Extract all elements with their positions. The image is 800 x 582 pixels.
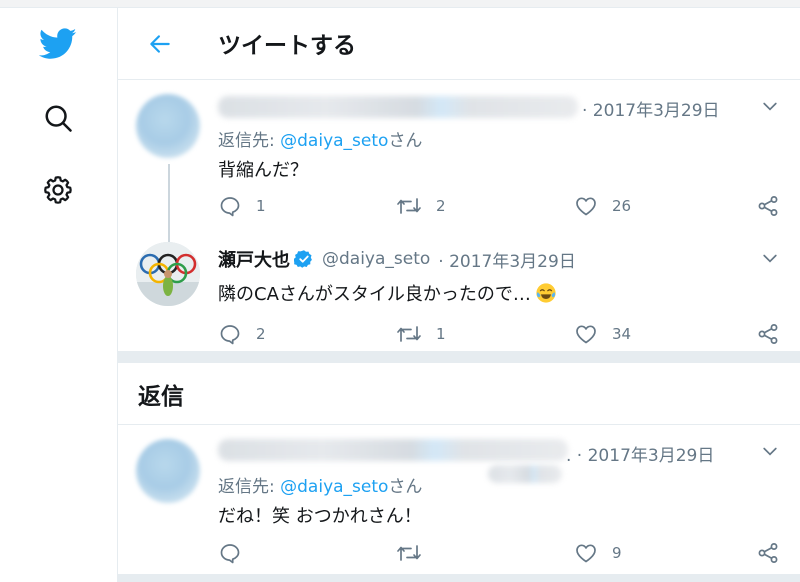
- avatar[interactable]: [136, 242, 200, 306]
- retweet-count: 1: [436, 325, 446, 343]
- reply-prefix: 返信先:: [218, 477, 281, 497]
- avatar[interactable]: [136, 94, 200, 158]
- tweet-date[interactable]: . · 2017年3月29日: [566, 441, 714, 466]
- like-count: 26: [612, 197, 632, 215]
- like-button[interactable]: 34: [574, 322, 631, 346]
- reply-button[interactable]: 2: [218, 322, 266, 346]
- blurred-username: [218, 439, 568, 461]
- tweet-actions: 2 1 34: [218, 322, 778, 346]
- tears-of-joy-emoji-icon: [535, 282, 557, 304]
- twitter-bird-icon[interactable]: [38, 24, 78, 64]
- like-count: 9: [612, 544, 622, 562]
- share-button[interactable]: [756, 541, 780, 565]
- share-button[interactable]: [756, 322, 780, 346]
- search-icon[interactable]: [38, 98, 78, 138]
- tweet-actions: 1 2 26: [218, 194, 778, 218]
- tweet-main[interactable]: 瀬戸大也 @daiya_seto · 2017年3月29日 隣のCAさんがスタイ…: [118, 226, 800, 350]
- reply-count: 1: [256, 197, 266, 215]
- tweet-parent[interactable]: · 2017年3月29日 返信先: @daiya_setoさん 背縮んだ？ 1 …: [118, 80, 800, 226]
- tweet-text: 隣のCAさんがスタイル良かったので…: [218, 284, 531, 305]
- heart-icon: [576, 325, 596, 344]
- gear-icon[interactable]: [38, 170, 78, 210]
- replies-heading: 返信: [138, 384, 184, 410]
- retweet-count: 2: [436, 197, 446, 215]
- share-button[interactable]: [756, 194, 780, 218]
- reply-icon: [220, 325, 240, 345]
- user-handle[interactable]: @daiya_seto: [322, 249, 430, 269]
- back-button[interactable]: [144, 28, 176, 60]
- back-arrow-icon: [150, 35, 170, 53]
- reply-icon: [220, 197, 240, 217]
- reply-icon: [220, 544, 240, 564]
- verified-badge-icon: [294, 249, 314, 269]
- like-count: 34: [612, 325, 632, 343]
- share-icon: [758, 196, 778, 216]
- like-button[interactable]: 9: [574, 541, 622, 565]
- page-header: ツイートする: [118, 8, 800, 80]
- reply-count: 2: [256, 325, 266, 343]
- reply-suffix: さん: [388, 477, 423, 497]
- sidebar: [0, 8, 118, 582]
- chevron-down-icon[interactable]: [760, 96, 780, 116]
- olympic-rings-avatar-image: [136, 242, 200, 306]
- top-bar: [0, 0, 800, 8]
- avatar[interactable]: [136, 439, 200, 503]
- blurred-fragment: [488, 465, 562, 483]
- section-separator: [118, 351, 800, 363]
- retweet-icon: [397, 326, 421, 342]
- reply-mention-link[interactable]: @daiya_seto: [280, 477, 388, 497]
- chevron-down-icon[interactable]: [760, 441, 780, 461]
- share-icon: [758, 543, 778, 563]
- like-button[interactable]: 26: [574, 194, 631, 218]
- reply-mention-link[interactable]: @daiya_seto: [280, 131, 388, 151]
- reply-tweet[interactable]: . · 2017年3月29日 返信先: @daiya_setoさん だね！笑 お…: [118, 425, 800, 574]
- display-name[interactable]: 瀬戸大也: [218, 246, 290, 272]
- tweet-text: だね！笑 おつかれさん！: [218, 506, 422, 527]
- chevron-down-icon[interactable]: [760, 248, 780, 268]
- retweet-button[interactable]: 1: [396, 322, 446, 346]
- page-title: ツイートする: [218, 33, 356, 59]
- retweet-icon: [397, 545, 421, 561]
- retweet-icon: [397, 198, 421, 214]
- heart-icon: [576, 544, 596, 563]
- tweet-date[interactable]: · 2017年3月29日: [582, 96, 720, 121]
- tweet-header: 瀬戸大也 @daiya_seto · 2017年3月29日: [218, 246, 576, 272]
- reply-suffix: さん: [388, 131, 423, 151]
- tweet-text: 背縮んだ？: [218, 160, 308, 181]
- reply-prefix: 返信先:: [218, 131, 281, 151]
- bottom-separator: [118, 574, 800, 582]
- blurred-username: [218, 96, 578, 118]
- reply-to-line: 返信先: @daiya_setoさん: [218, 472, 422, 497]
- tweet-date[interactable]: · 2017年3月29日: [438, 247, 576, 272]
- main-column: ツイートする · 2017年3月29日 返信先: @daiya_setoさん 背…: [118, 8, 800, 582]
- tweet-text-row: 隣のCAさんがスタイル良かったので…: [218, 280, 557, 306]
- retweet-button[interactable]: [396, 541, 422, 565]
- reply-button[interactable]: 1: [218, 194, 266, 218]
- share-icon: [758, 324, 778, 344]
- tweet-actions: 9: [218, 541, 778, 565]
- reply-button[interactable]: [218, 541, 242, 565]
- heart-icon: [576, 197, 596, 216]
- reply-to-line: 返信先: @daiya_setoさん: [218, 126, 422, 151]
- retweet-button[interactable]: 2: [396, 194, 446, 218]
